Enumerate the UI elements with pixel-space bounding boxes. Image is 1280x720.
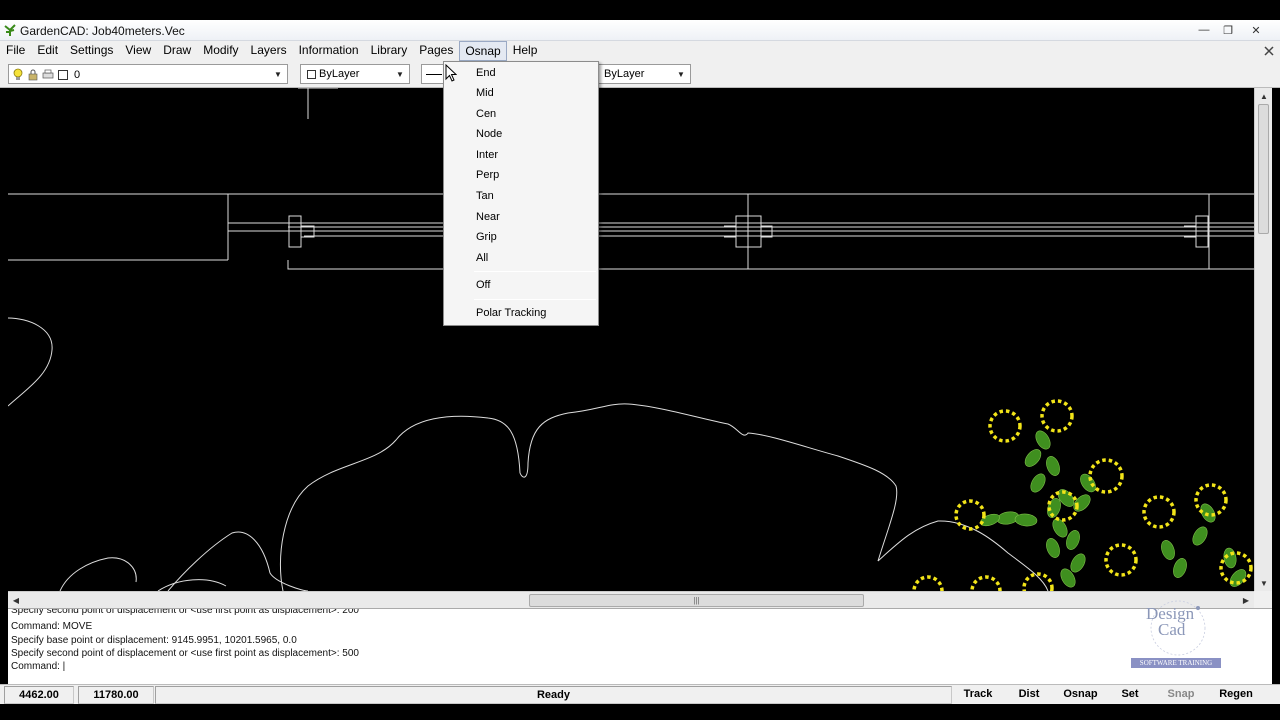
color-value: ByLayer [319,68,360,80]
chevron-down-icon[interactable]: ▼ [271,66,285,82]
osnap-cen[interactable]: Cen [445,104,597,124]
osnap-grip[interactable]: Grip [445,227,597,247]
menu-information[interactable]: Information [293,41,365,61]
garden-bed-outline [59,531,309,591]
horizontal-scroll-thumb[interactable]: ||| [529,594,864,607]
menu-settings[interactable]: Settings [64,41,119,61]
restore-icon[interactable]: ❐ [1216,21,1240,39]
snap-button[interactable]: Snap [1157,686,1205,704]
command-prompt[interactable]: Command: | [11,661,65,672]
layer-color-icon [58,70,68,80]
menu-library[interactable]: Library [365,41,414,61]
vertical-scroll-thumb[interactable] [1258,104,1269,234]
layer-select[interactable]: 0 ▼ [8,64,288,84]
crosshair-cursor [298,88,338,119]
window-title: GardenCAD: Job40meters.Vec [20,24,185,38]
command-history-line: Specify base point or displacement: 9145… [11,635,297,646]
drawing-canvas[interactable] [8,88,1254,591]
regen-button[interactable]: Regen [1209,686,1263,704]
color-swatch [307,70,316,79]
screen-bottom-edge [0,704,1280,720]
minimize-icon[interactable]: — [1192,21,1216,39]
designcad-watermark-logo: Design Cad SOFTWARE TRAINING [1128,598,1224,670]
menu-help[interactable]: Help [507,41,544,61]
osnap-near[interactable]: Near [445,207,597,227]
gardencad-plant-icon [4,24,16,36]
close-icon[interactable]: ✕ [1240,21,1272,39]
command-window[interactable]: Specify second point of displacement or … [8,608,1272,684]
osnap-all[interactable]: All [445,248,597,268]
polar-tracking[interactable]: Polar Tracking [445,303,597,323]
menu-osnap[interactable]: Osnap [459,41,507,61]
watermark-line-3: SOFTWARE TRAINING [1131,658,1221,668]
color-select[interactable]: ByLayer ▼ [300,64,410,84]
linetype-sample [426,74,442,75]
vertical-scrollbar[interactable]: ▲ ▼ [1254,88,1272,591]
watermark-line-2: Cad [1158,620,1186,639]
lock-icon[interactable] [27,68,39,81]
drawing-svg [8,88,1254,591]
dist-button[interactable]: Dist [1007,686,1051,704]
menu-modify[interactable]: Modify [197,41,244,61]
grip-icon: ||| [693,596,700,605]
lineweight-value: ByLayer [604,68,645,80]
osnap-tan[interactable]: Tan [445,186,597,206]
chevron-down-icon[interactable]: ▼ [674,66,688,82]
menu-draw[interactable]: Draw [157,41,197,61]
scroll-down-icon[interactable]: ▼ [1255,575,1273,591]
menu-edit[interactable]: Edit [31,41,64,61]
osnap-perp[interactable]: Perp [445,165,597,185]
menu-view[interactable]: View [119,41,157,61]
menu-file[interactable]: File [0,41,31,61]
garden-bed-outline [279,403,898,591]
set-button[interactable]: Set [1108,686,1152,704]
menu-separator [474,299,596,300]
menu-pages[interactable]: Pages [413,41,459,61]
osnap-inter[interactable]: Inter [445,145,597,165]
command-history-line: Specify second point of displacement or … [11,608,359,616]
scroll-left-icon[interactable]: ◀ [8,592,24,608]
scroll-corner [1254,591,1272,608]
y-coordinate: 11780.00 [78,686,154,704]
scroll-up-icon[interactable]: ▲ [1255,88,1273,104]
beam-lines [228,222,1254,237]
mouse-pointer-icon [445,64,457,82]
command-history-line: Command: MOVE [11,621,93,632]
plant-shrub [912,399,1253,591]
status-bar: 4462.00 11780.00 Ready Track Dist Osnap … [0,684,1280,704]
status-text: Ready [155,686,952,704]
scroll-right-icon[interactable]: ▶ [1238,592,1254,608]
osnap-end[interactable]: End [445,63,597,83]
lightbulb-icon[interactable] [12,68,24,81]
osnap-dropdown-menu: End Mid Cen Node Inter Perp Tan Near Gri… [443,61,599,326]
layer-name: 0 [74,68,81,81]
menu-separator [474,271,596,272]
mdi-close-icon[interactable] [1262,44,1276,58]
menu-layers[interactable]: Layers [245,41,293,61]
osnap-node[interactable]: Node [445,124,597,144]
properties-toolbar: 0 ▼ ByLayer ▼ ByLayer ▼ [0,61,1280,88]
title-bar: GardenCAD: Job40meters.Vec — ❐ ✕ [0,20,1280,41]
osnap-mid[interactable]: Mid [445,83,597,103]
x-coordinate: 4462.00 [4,686,74,704]
printer-icon[interactable] [42,68,54,81]
command-history-line: Specify second point of displacement or … [11,648,359,659]
garden-bed-outline [877,520,1049,591]
track-button[interactable]: Track [955,686,1001,704]
osnap-button[interactable]: Osnap [1057,686,1104,704]
chevron-down-icon[interactable]: ▼ [393,66,407,82]
garden-bed-outline [157,579,227,591]
horizontal-scrollbar[interactable]: ◀ ||| ▶ [8,591,1254,608]
garden-bed-outline [8,317,53,407]
osnap-off[interactable]: Off [445,275,597,295]
menu-bar: File Edit Settings View Draw Modify Laye… [0,41,1280,61]
